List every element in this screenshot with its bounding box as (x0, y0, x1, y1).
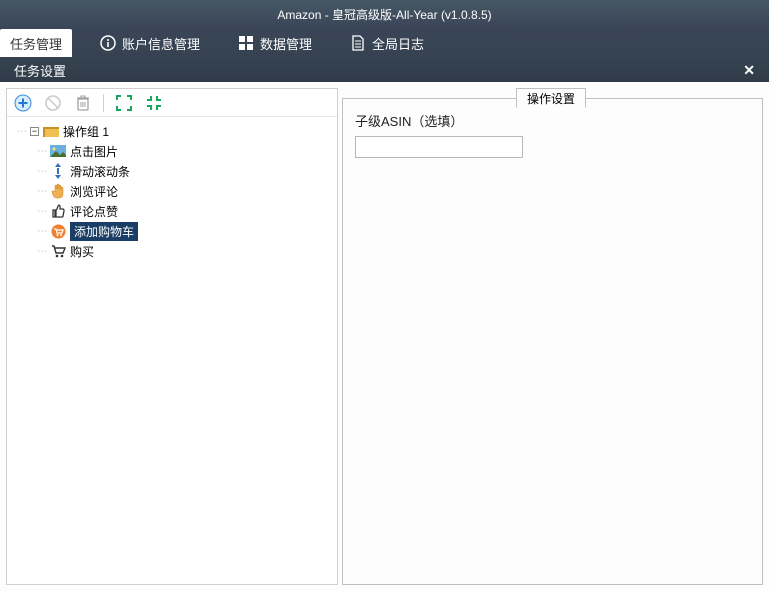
tree-connector: ⋯ (17, 126, 26, 137)
tree-connector: ⋯ (37, 246, 46, 257)
menu-bar: 任务管理 账户信息管理 数据管理 全局日志 (0, 28, 769, 58)
tree-root-label: 操作组 1 (63, 123, 109, 140)
close-icon[interactable]: ✕ (743, 62, 755, 79)
menu-data-manage[interactable]: 数据管理 (228, 29, 322, 57)
tree-item[interactable]: ⋯ 点击图片 (7, 141, 337, 161)
tree-item[interactable]: ⋯ 评论点赞 (7, 201, 337, 221)
collapse-button[interactable] (144, 93, 164, 113)
thumbs-up-icon (50, 203, 66, 219)
tree-connector: ⋯ (37, 146, 46, 157)
tree-connector: ⋯ (37, 166, 46, 177)
delete-button[interactable] (73, 93, 93, 113)
asin-field-label: 子级ASIN（选填） (355, 111, 750, 130)
tree-item-label: 评论点赞 (70, 203, 118, 220)
cart-icon (50, 243, 66, 259)
info-icon (100, 35, 116, 51)
menu-global-log[interactable]: 全局日志 (340, 29, 434, 57)
tree-item[interactable]: ⋯ 添加购物车 (7, 221, 337, 241)
tab-label: 操作设置 (527, 90, 575, 107)
tree-root[interactable]: ⋯ − 操作组 1 (7, 121, 337, 141)
expand-button[interactable] (114, 93, 134, 113)
menu-label: 任务管理 (10, 34, 62, 53)
asin-input[interactable] (355, 136, 523, 158)
add-button[interactable] (13, 93, 33, 113)
tree-item-label: 点击图片 (70, 143, 118, 160)
disable-button[interactable] (43, 93, 63, 113)
hand-icon (50, 183, 66, 199)
tree-connector: ⋯ (37, 206, 46, 217)
right-wrapper: 操作设置 子级ASIN（选填） (342, 88, 763, 585)
title-bar: Amazon - 皇冠高级版-All-Year (v1.0.8.5) (0, 0, 769, 28)
menu-task-manage[interactable]: 任务管理 (0, 29, 72, 57)
left-panel: ⋯ − 操作组 1 ⋯ 点击图片 ⋯ 滑动滚动条 (6, 88, 338, 585)
tree-item-label: 购买 (70, 243, 94, 260)
document-icon (350, 35, 366, 51)
separator (103, 94, 104, 112)
tree-connector: ⋯ (37, 226, 46, 237)
tree-item-label: 浏览评论 (70, 183, 118, 200)
sub-bar: 任务设置 ✕ (0, 58, 769, 82)
settings-tab[interactable]: 操作设置 (516, 88, 586, 108)
scroll-icon (50, 163, 66, 179)
tree-item-label: 添加购物车 (70, 222, 138, 241)
content-area: ⋯ − 操作组 1 ⋯ 点击图片 ⋯ 滑动滚动条 (0, 82, 769, 591)
subbar-title: 任务设置 (14, 61, 66, 80)
grid-icon (238, 35, 254, 51)
expand-toggle-icon[interactable]: − (30, 127, 39, 136)
tree-connector: ⋯ (37, 186, 46, 197)
menu-account-manage[interactable]: 账户信息管理 (90, 29, 210, 57)
folder-icon (43, 123, 59, 139)
app-title: Amazon - 皇冠高级版-All-Year (v1.0.8.5) (277, 6, 491, 23)
tree-toolbar (7, 89, 337, 117)
tree-item[interactable]: ⋯ 浏览评论 (7, 181, 337, 201)
tree-item[interactable]: ⋯ 购买 (7, 241, 337, 261)
menu-label: 全局日志 (372, 34, 424, 53)
cart-add-icon (50, 223, 66, 239)
menu-label: 数据管理 (260, 34, 312, 53)
action-tree: ⋯ − 操作组 1 ⋯ 点击图片 ⋯ 滑动滚动条 (7, 117, 337, 584)
image-icon (50, 143, 66, 159)
menu-label: 账户信息管理 (122, 34, 200, 53)
settings-panel: 子级ASIN（选填） (342, 98, 763, 585)
tree-item[interactable]: ⋯ 滑动滚动条 (7, 161, 337, 181)
tree-item-label: 滑动滚动条 (70, 163, 130, 180)
